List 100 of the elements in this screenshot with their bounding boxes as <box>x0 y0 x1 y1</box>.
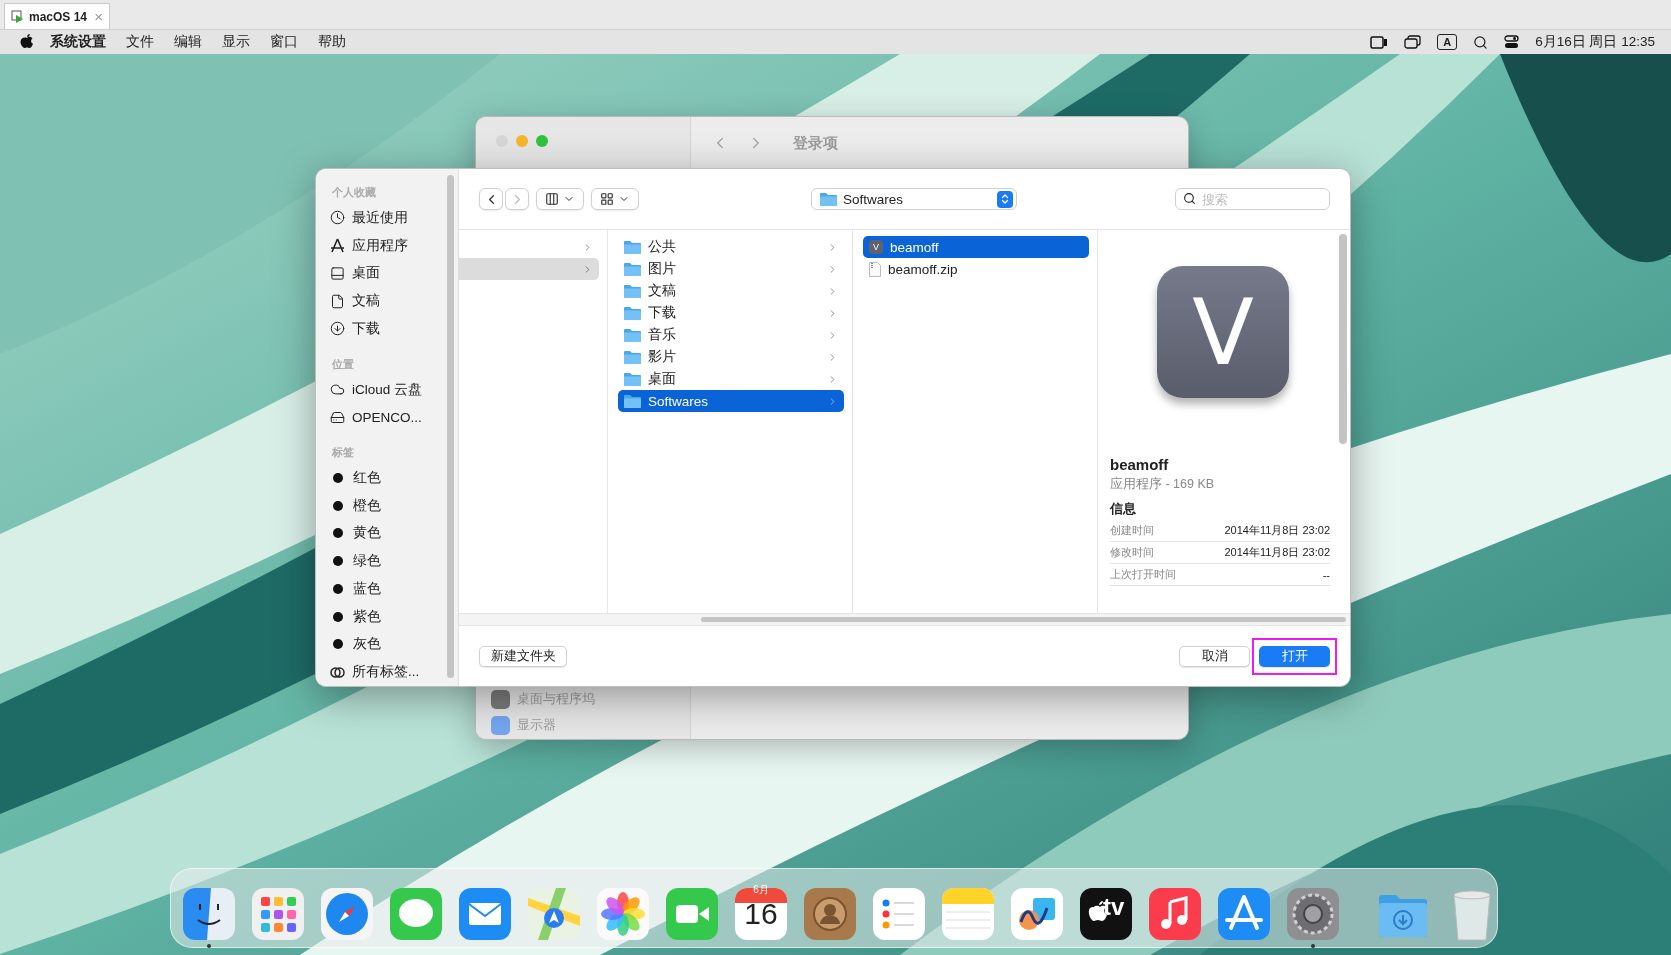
file-row[interactable]: V beamoff <box>863 236 1089 258</box>
columns-icon <box>545 192 559 206</box>
sidebar-heading: 标签 <box>332 445 355 461</box>
tags-icon <box>330 666 345 678</box>
running-indicator <box>1311 944 1315 948</box>
sidebar-heading: 位置 <box>332 356 355 372</box>
search-icon <box>1183 192 1196 205</box>
tag-dot-icon <box>333 583 343 594</box>
folder-icon <box>624 240 641 254</box>
info-value: 2014年11月8日 23:02 <box>1224 545 1330 560</box>
menu-item[interactable]: 文件 <box>116 33 164 51</box>
folder-row[interactable]: 音乐 <box>618 324 844 346</box>
tag-dot-icon <box>333 500 343 511</box>
sidebar-item[interactable]: 最近使用 <box>352 208 408 227</box>
sidebar-item[interactable]: OPENCO... <box>352 409 422 425</box>
vm-tab[interactable]: macOS 14 × <box>4 3 110 29</box>
file-row[interactable]: beamoff.zip <box>863 258 1089 280</box>
location-popup[interactable]: Softwares <box>811 188 1017 210</box>
tag-dot-icon <box>333 611 343 622</box>
desktop-icon <box>330 265 345 281</box>
tag-dot-icon <box>333 473 343 483</box>
drive-icon <box>330 409 345 425</box>
clock-icon <box>330 210 345 226</box>
app-tile-icon <box>491 715 510 735</box>
document-icon <box>330 293 345 309</box>
folder-row[interactable]: 公共 <box>618 236 844 258</box>
cloud-icon <box>330 382 345 398</box>
sidebar-item[interactable]: 桌面 <box>352 264 380 283</box>
folder-icon <box>624 350 641 364</box>
folder-row[interactable]: Softwares <box>618 390 844 412</box>
zip-file-icon <box>869 261 881 277</box>
scrollbar-thumb[interactable] <box>701 617 1346 622</box>
menu-item[interactable]: 显示 <box>212 33 260 51</box>
sidebar-item[interactable]: 灰色 <box>353 635 381 654</box>
tag-dot-icon <box>333 556 343 567</box>
grid-icon <box>600 192 614 206</box>
sidebar-heading: 个人收藏 <box>332 185 377 200</box>
back-button[interactable] <box>479 188 503 210</box>
cancel-button[interactable]: 取消 <box>1179 645 1250 667</box>
sidebar-item[interactable]: 下载 <box>352 319 380 338</box>
sidebar-item[interactable]: 黄色 <box>353 524 381 543</box>
vm-icon <box>11 10 24 23</box>
folder-icon <box>624 372 641 386</box>
info-label: 修改时间 <box>1110 545 1154 560</box>
screen-record-icon[interactable] <box>1370 35 1389 49</box>
sidebar-item[interactable]: 所有标签... <box>352 663 420 682</box>
file-kind-size: 应用程序 - 169 KB <box>1110 476 1216 493</box>
info-heading: 信息 <box>1110 501 1137 518</box>
menu-item[interactable]: 编辑 <box>164 33 212 51</box>
app-icon: V <box>869 240 883 254</box>
folder-row[interactable]: 影片 <box>618 346 844 368</box>
folder-icon <box>624 328 641 342</box>
sidebar-item[interactable]: 蓝色 <box>353 579 381 598</box>
windows-icon[interactable] <box>1404 35 1422 49</box>
group-button[interactable] <box>591 188 639 210</box>
sidebar-item[interactable]: 紫色 <box>353 607 381 626</box>
app-preview-icon: V <box>1157 266 1289 398</box>
folder-icon <box>624 284 641 298</box>
folder-row[interactable]: 文稿 <box>618 280 844 302</box>
folder-row[interactable]: 桌面 <box>618 368 844 390</box>
menu-item[interactable]: 窗口 <box>260 33 308 51</box>
open-button[interactable]: 打开 <box>1259 645 1330 667</box>
info-label: 上次打开时间 <box>1110 567 1176 582</box>
search-field[interactable]: 搜索 <box>1175 188 1330 210</box>
input-method-indicator[interactable]: A <box>1437 34 1458 50</box>
sidebar-item[interactable]: 应用程序 <box>352 236 408 255</box>
search-icon[interactable] <box>1473 34 1489 50</box>
menu-item[interactable]: 帮助 <box>308 33 356 51</box>
folder-icon <box>820 192 837 206</box>
folder-icon <box>624 306 641 320</box>
tools-icon <box>330 238 345 254</box>
info-value: -- <box>1322 568 1330 581</box>
sidebar-item[interactable]: 红色 <box>353 469 381 487</box>
running-indicator <box>207 944 211 948</box>
window-title: 登录项 <box>793 133 838 153</box>
folder-icon <box>624 262 641 276</box>
app-tile-icon <box>491 689 510 709</box>
scrollbar[interactable] <box>447 175 454 678</box>
folder-icon <box>624 394 641 408</box>
new-folder-button[interactable]: 新建文件夹 <box>479 645 567 667</box>
tag-dot-icon <box>333 528 343 539</box>
folder-row[interactable]: 图片 <box>618 258 844 280</box>
zoom-light[interactable] <box>536 135 548 147</box>
file-name: beamoff <box>1110 456 1170 473</box>
toggles-icon[interactable] <box>1504 35 1520 49</box>
sidebar-item[interactable]: iCloud 云盘 <box>352 380 423 399</box>
sidebar-item[interactable]: 绿色 <box>353 552 381 571</box>
scrollbar-thumb[interactable] <box>1339 234 1347 444</box>
folder-row[interactable]: 下载 <box>618 302 844 324</box>
sidebar-item[interactable]: 橙色 <box>353 496 381 515</box>
tag-dot-icon <box>333 639 343 650</box>
stepper-icon <box>997 190 1013 208</box>
app-menu[interactable]: 系统设置 <box>40 33 116 51</box>
sidebar-item[interactable]: 文稿 <box>352 292 380 311</box>
view-button[interactable] <box>536 188 584 210</box>
info-value: 2014年11月8日 23:02 <box>1224 523 1330 538</box>
apple-logo-icon[interactable] <box>20 34 34 50</box>
menu-bar-clock[interactable]: 6月16日 周日 12:35 <box>1535 33 1655 51</box>
download-icon <box>330 321 345 337</box>
info-label: 创建时间 <box>1110 523 1154 538</box>
